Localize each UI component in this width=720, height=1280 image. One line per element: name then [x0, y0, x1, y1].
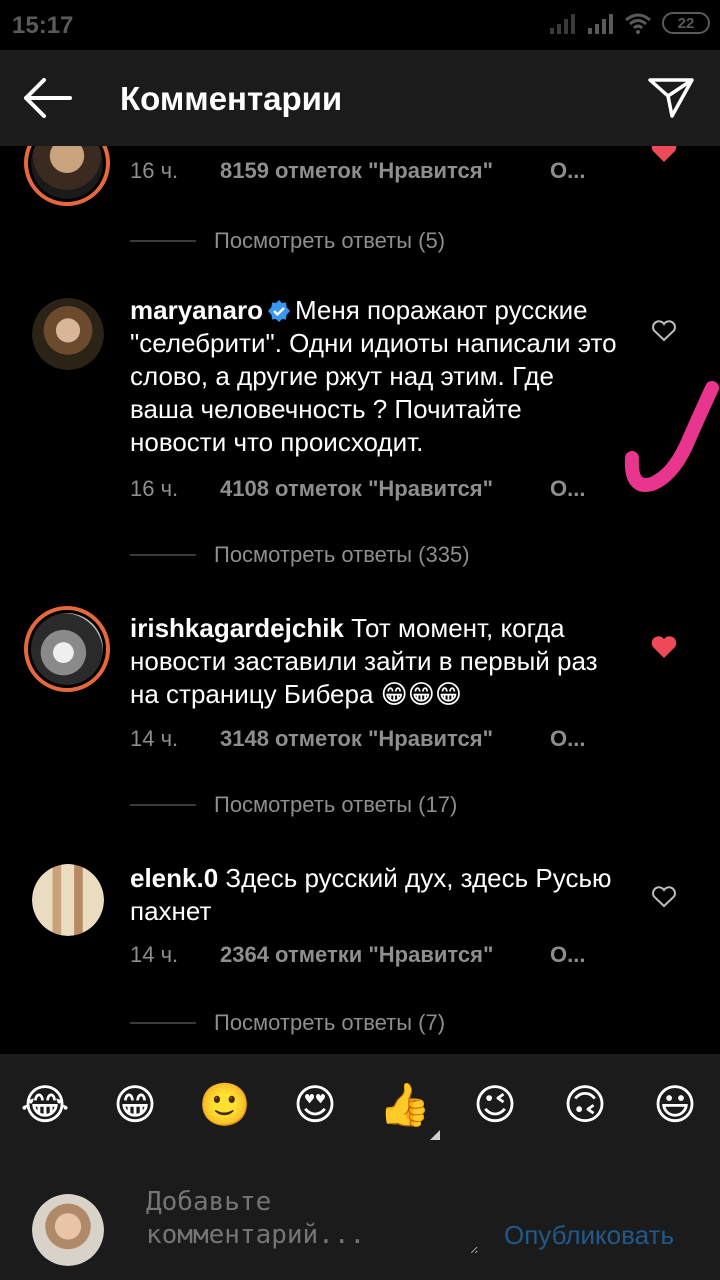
- avatar-image: [32, 1194, 104, 1266]
- back-arrow-icon[interactable]: [22, 76, 74, 120]
- comment-username[interactable]: elenk.0: [130, 863, 218, 893]
- comment-username[interactable]: maryanaro: [130, 295, 263, 325]
- view-replies-link[interactable]: Посмотреть ответы (335): [130, 542, 470, 568]
- heart-outline-icon[interactable]: [650, 884, 678, 910]
- status-bar: 15:17 22: [0, 0, 720, 50]
- comment-body: elenk.0 Здесь русский дух, здесь Русью п…: [130, 862, 620, 928]
- reply-button[interactable]: О...: [550, 158, 585, 184]
- battery-level: 22: [677, 14, 695, 32]
- comment-username[interactable]: irishkagardejchik: [130, 613, 344, 643]
- comment-time: 16 ч.: [130, 476, 179, 501]
- replies-divider: [130, 1022, 196, 1024]
- avatar[interactable]: [24, 606, 110, 692]
- comment-meta: 16 ч. 4108 отметок "Нравится" О...: [130, 476, 585, 502]
- heart-filled-icon[interactable]: [650, 634, 678, 660]
- view-replies-label: Посмотреть ответы (335): [214, 542, 470, 567]
- emoji-button[interactable]: 😍: [285, 1078, 345, 1132]
- heart-outline-icon[interactable]: [650, 318, 678, 344]
- status-time: 15:17: [12, 12, 74, 39]
- comment-input[interactable]: [144, 1184, 478, 1254]
- reply-button[interactable]: О...: [550, 726, 585, 752]
- comment-likes[interactable]: 4108 отметок "Нравится": [220, 476, 493, 502]
- comment-body: irishkagardejchik Тот момент, когда ново…: [130, 612, 620, 711]
- heart-filled-icon[interactable]: [650, 146, 678, 164]
- comments-feed[interactable]: 16 ч. 8159 отметок "Нравится" О... Посмо…: [0, 146, 720, 1054]
- signal-icon-2: [588, 14, 613, 34]
- comment-meta: 16 ч. 8159 отметок "Нравится" О...: [130, 158, 585, 184]
- verified-badge-icon: [267, 300, 290, 322]
- comment-time: 16 ч.: [130, 158, 179, 183]
- avatar[interactable]: [32, 864, 104, 936]
- page-title: Комментарии: [120, 80, 343, 117]
- view-replies-label: Посмотреть ответы (17): [214, 792, 458, 817]
- replies-divider: [130, 804, 196, 806]
- comment-likes[interactable]: 8159 отметок "Нравится": [220, 158, 493, 184]
- emoji-button[interactable]: 😂: [15, 1078, 75, 1132]
- view-replies-label: Посмотреть ответы (7): [214, 1010, 446, 1035]
- send-direct-icon[interactable]: [646, 74, 696, 120]
- avatar-image: [32, 864, 104, 936]
- avatar[interactable]: [32, 298, 104, 370]
- reply-button[interactable]: О...: [550, 476, 585, 502]
- comment-body: maryanaro Меня поражают русские "селебри…: [130, 294, 620, 459]
- emoji-button[interactable]: 😉: [465, 1078, 525, 1132]
- avatar-image: [32, 298, 104, 370]
- view-replies-link[interactable]: Посмотреть ответы (17): [130, 792, 457, 818]
- emoji-button[interactable]: 😃: [645, 1078, 705, 1132]
- comment-meta: 14 ч. 3148 отметок "Нравится" О...: [130, 726, 585, 752]
- emoji-quick-bar: 😂 😁 🙂 😍 👍 😉 🙃 😃: [0, 1054, 720, 1154]
- publish-button[interactable]: Опубликовать: [504, 1220, 674, 1251]
- wifi-icon: [625, 13, 651, 34]
- avatar[interactable]: [24, 146, 110, 206]
- emoji-button[interactable]: 🙃: [555, 1078, 615, 1132]
- battery-icon: 22: [662, 12, 710, 34]
- reply-button[interactable]: О...: [550, 942, 585, 968]
- checkmark-annotation-icon: [624, 381, 719, 492]
- emoji-button[interactable]: 🙂: [195, 1078, 255, 1132]
- view-replies-link[interactable]: Посмотреть ответы (7): [130, 1010, 445, 1036]
- view-replies-label: Посмотреть ответы (5): [214, 228, 446, 253]
- app-header: Комментарии: [0, 50, 720, 146]
- emoji-button[interactable]: 😁: [105, 1078, 165, 1132]
- view-replies-link[interactable]: Посмотреть ответы (5): [130, 228, 445, 254]
- comment-likes[interactable]: 2364 отметки "Нравится": [220, 942, 493, 968]
- emoji-button[interactable]: 👍: [375, 1078, 435, 1132]
- comment-composer: Опубликовать: [0, 1154, 720, 1280]
- replies-divider: [130, 554, 196, 556]
- comment-meta: 14 ч. 2364 отметки "Нравится" О...: [130, 942, 585, 968]
- comment-time: 14 ч.: [130, 942, 179, 967]
- comment-time: 14 ч.: [130, 726, 179, 751]
- avatar-image: [31, 613, 103, 685]
- comment-likes[interactable]: 3148 отметок "Нравится": [220, 726, 493, 752]
- skin-tone-indicator-icon: [430, 1130, 440, 1140]
- avatar-image: [31, 146, 103, 199]
- current-user-avatar: [32, 1194, 104, 1266]
- replies-divider: [130, 240, 196, 242]
- signal-icon: [550, 14, 575, 34]
- status-icons: 22: [548, 12, 710, 34]
